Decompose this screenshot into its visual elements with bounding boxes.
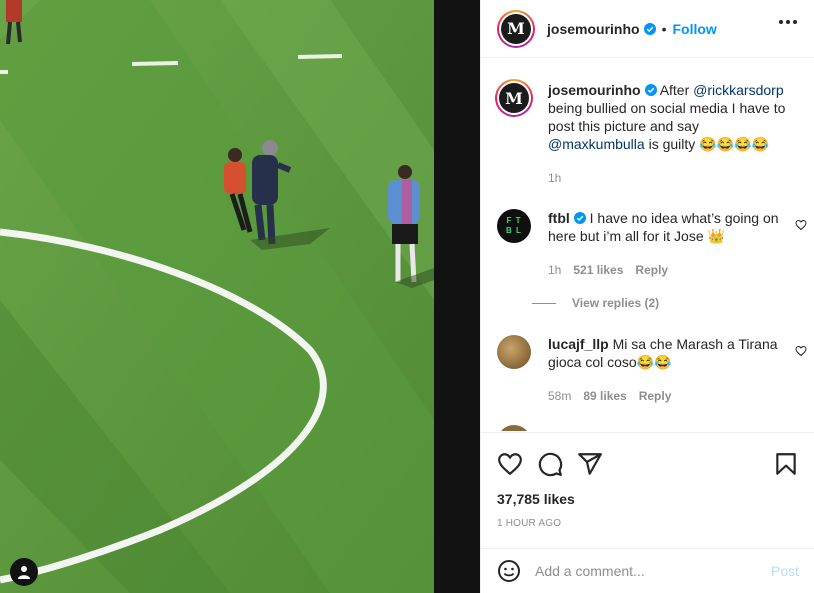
- view-replies-label: View replies (2): [572, 296, 660, 310]
- author-username[interactable]: josemourinho: [547, 21, 640, 37]
- comment-time[interactable]: 1h: [548, 263, 561, 277]
- mention-link[interactable]: @maxkumbulla: [548, 136, 645, 152]
- comment-time[interactable]: 58m: [548, 389, 571, 403]
- avatar-logo: M: [501, 13, 531, 44]
- view-replies-button[interactable]: View replies (2): [532, 296, 659, 310]
- separator-dot: •: [661, 20, 667, 37]
- comments-list[interactable]: M josemourinho After @rickkarsdorp being…: [481, 59, 814, 431]
- tag-button[interactable]: [10, 558, 38, 586]
- comment-like-icon[interactable]: [795, 345, 807, 357]
- heart-icon[interactable]: [497, 451, 523, 477]
- comment-likes[interactable]: 89 likes: [583, 389, 626, 403]
- like-count[interactable]: 37,785 likes: [497, 491, 575, 507]
- caption-text: josemourinho After @rickkarsdorp being b…: [548, 81, 793, 153]
- divider-line: [532, 302, 556, 304]
- verified-badge-icon: [573, 212, 586, 224]
- verified-badge-icon: [644, 84, 657, 96]
- caption-time[interactable]: 1h: [548, 171, 561, 185]
- paper-plane-icon[interactable]: [577, 451, 603, 477]
- avatar-text: F T: [506, 216, 522, 225]
- caption-author[interactable]: josemourinho: [548, 82, 641, 98]
- comment-item: F T B L ftbl I have no idea what’s going…: [497, 209, 807, 319]
- avatar-logo: M: [499, 83, 529, 113]
- add-comment-bar: Post: [481, 548, 814, 593]
- commenter-avatar[interactable]: [497, 335, 531, 369]
- post-image[interactable]: [0, 0, 434, 593]
- media-letterbox: [434, 0, 480, 593]
- post-actions: 37,785 likes 1 HOUR AGO: [481, 432, 814, 542]
- bookmark-icon[interactable]: [773, 451, 799, 477]
- caption-text-part: After: [659, 82, 694, 98]
- comment-icon[interactable]: [537, 451, 563, 477]
- comment-like-icon[interactable]: [795, 219, 807, 231]
- caption: M josemourinho After @rickkarsdorp being…: [495, 79, 807, 191]
- caption-meta: 1h: [548, 171, 561, 185]
- more-options-icon[interactable]: [779, 20, 797, 24]
- caption-text-part: being bullied on social media I have to …: [548, 100, 786, 134]
- reply-button[interactable]: Reply: [635, 263, 668, 277]
- comment-likes[interactable]: 521 likes: [573, 263, 623, 277]
- comment-meta: 58m 89 likes Reply: [548, 389, 671, 403]
- caption-avatar[interactable]: M: [495, 79, 533, 117]
- person-tag-icon: [18, 566, 30, 579]
- author-avatar[interactable]: M: [497, 9, 535, 48]
- smiley-icon[interactable]: [497, 559, 521, 583]
- comment-text: ftbl I have no idea what’s going on here…: [548, 209, 793, 245]
- comment-meta: 1h 521 likes Reply: [548, 263, 668, 277]
- post-header: M josemourinho • Follow: [481, 0, 814, 58]
- post-details-panel: M josemourinho • Follow M josemourinho A…: [480, 0, 814, 593]
- football-pitch-photo: [0, 0, 434, 593]
- comment-item: lucajf_llp Mi sa che Marash a Tirana gio…: [497, 335, 807, 415]
- comment-item-partial: [497, 425, 807, 431]
- verified-badge-icon: [643, 22, 656, 35]
- post-time[interactable]: 1 HOUR AGO: [497, 518, 561, 529]
- post-comment-button[interactable]: Post: [771, 563, 799, 579]
- avatar-text: B L: [506, 226, 522, 235]
- commenter-username[interactable]: ftbl: [548, 210, 570, 226]
- commenter-username[interactable]: lucajf_llp: [548, 336, 609, 352]
- commenter-avatar[interactable]: F T B L: [497, 209, 531, 243]
- comment-text: lucajf_llp Mi sa che Marash a Tirana gio…: [548, 335, 793, 371]
- caption-text-part: is guilty 😂😂😂😂: [644, 136, 769, 152]
- comment-input[interactable]: [535, 563, 771, 579]
- reply-button[interactable]: Reply: [639, 389, 672, 403]
- follow-button[interactable]: Follow: [672, 21, 716, 37]
- mention-link[interactable]: @rickkarsdorp: [693, 82, 783, 98]
- commenter-avatar[interactable]: [497, 425, 531, 431]
